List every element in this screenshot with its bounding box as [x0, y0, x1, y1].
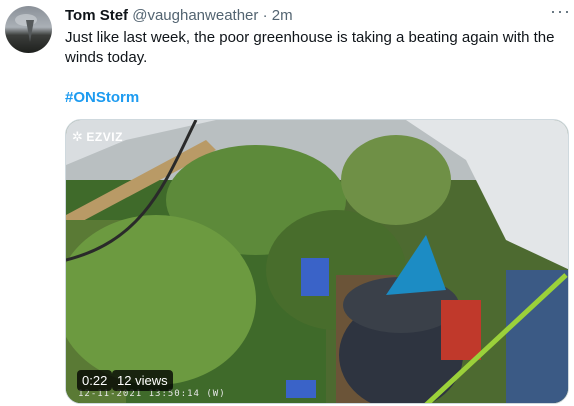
ezviz-logo-icon: ✲ — [72, 129, 84, 144]
hashtag-link[interactable]: #ONStorm — [65, 88, 139, 108]
video-duration: 0:22 — [77, 370, 113, 391]
tweet-text: Just like last week, the poor greenhouse… — [65, 29, 555, 66]
avatar[interactable] — [5, 6, 52, 53]
display-name[interactable]: Tom Stef — [65, 7, 128, 24]
tweet-header: Tom Stef @vaughanweather · 2m — [65, 7, 293, 25]
handle[interactable]: @vaughanweather — [132, 7, 258, 24]
timestamp[interactable]: 2m — [272, 7, 293, 24]
camera-logo: ✲ EZVIZ — [72, 129, 123, 145]
avatar-funnel — [26, 20, 34, 42]
video-player[interactable]: ✲ EZVIZ 12-11-2021 13:50:14 (W) 0:22 12 … — [65, 119, 569, 404]
separator: · — [262, 7, 268, 24]
view-count: 12 views — [112, 370, 173, 391]
video-frame — [66, 120, 568, 403]
logo-text: EZVIZ — [86, 130, 123, 144]
more-horizontal-icon[interactable]: ··· — [550, 2, 570, 24]
